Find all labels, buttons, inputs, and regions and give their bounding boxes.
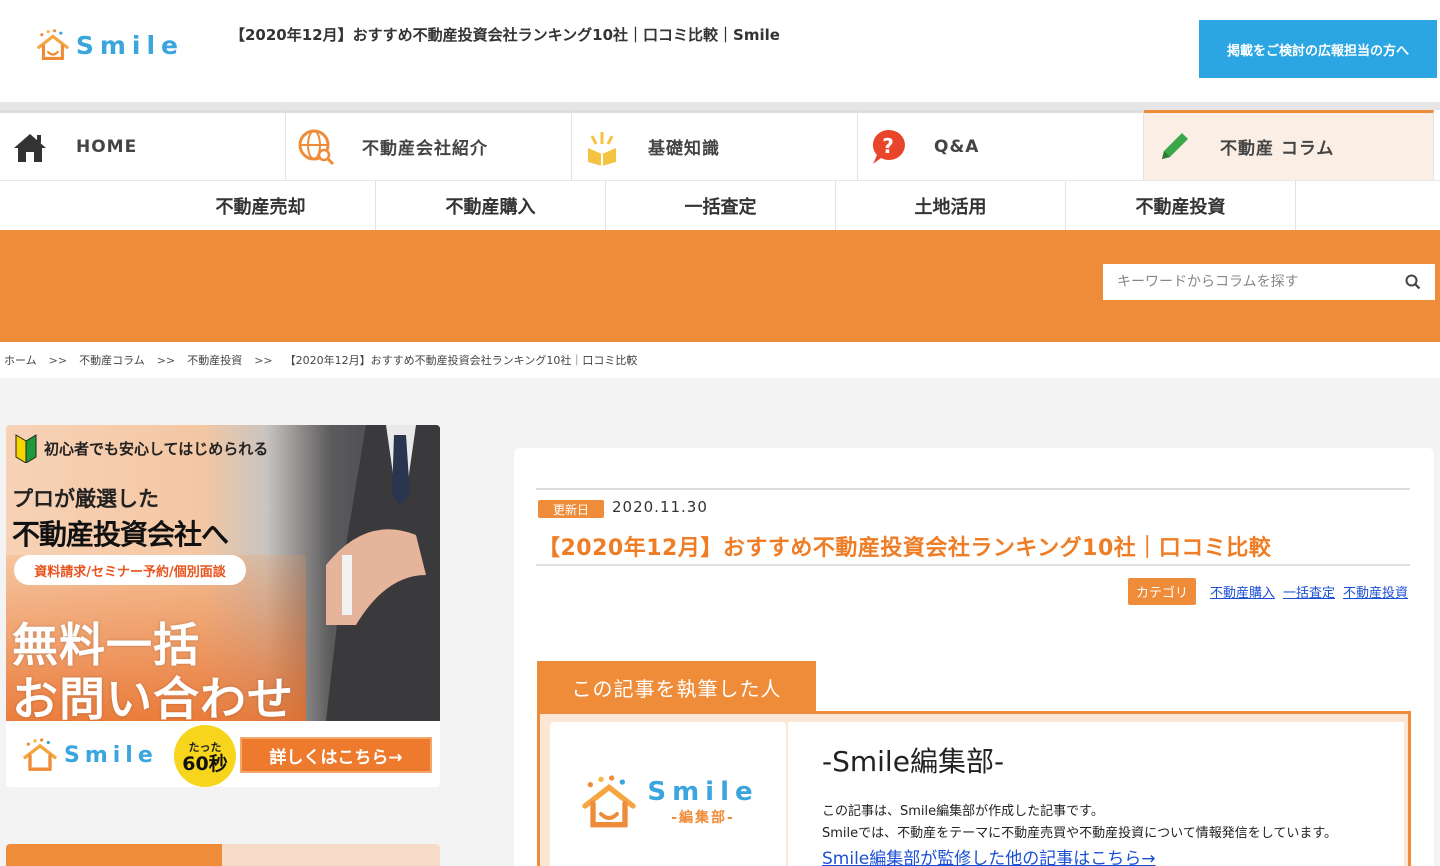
divider [536, 564, 1410, 566]
nav-column-label: 不動産 コラム [1220, 139, 1335, 159]
author-logo-sub: -編集部- [671, 810, 735, 826]
breadcrumb-column[interactable]: 不動産コラム [79, 352, 145, 368]
nav-home[interactable]: HOME [0, 110, 286, 180]
category-link-invest[interactable]: 不動産投資 [1343, 582, 1408, 601]
nav-qa-label: Q&A [934, 136, 980, 157]
subnav-invest[interactable]: 不動産投資 [1066, 181, 1296, 231]
sidebar-tab-1[interactable] [6, 844, 222, 866]
header-divider [0, 102, 1440, 110]
subnav-sell[interactable]: 不動産売却 [146, 181, 376, 231]
sidebar-tab-2[interactable] [222, 844, 440, 866]
author-name: -Smile編集部- [822, 745, 1005, 778]
category-label: カテゴリ [1127, 578, 1196, 605]
nav-company[interactable]: 不動産会社紹介 [286, 110, 572, 180]
pencil-icon [1154, 127, 1194, 167]
book-idea-icon [582, 127, 622, 167]
promo-cta-button[interactable]: 詳しくはこちら→ [240, 737, 432, 773]
author-articles-link[interactable]: Smile編集部が監修した他の記事はこちら→ [822, 844, 1156, 866]
breadcrumb-separator: >> [156, 353, 176, 367]
search-icon [1405, 274, 1421, 290]
promo-banner[interactable]: 初心者でも安心してはじめられる プロが厳選した 不動産投資会社へ 資料請求/セミ… [6, 425, 440, 787]
subnav-assessment[interactable]: 一括査定 [606, 181, 836, 231]
promo-services-pill: 資料請求/セミナー予約/個別面談 [14, 555, 246, 585]
breadcrumb-invest[interactable]: 不動産投資 [187, 352, 242, 368]
badge-big-text: 60秒 [182, 752, 228, 775]
breadcrumb-separator: >> [48, 353, 68, 367]
breadcrumb: ホーム >> 不動産コラム >> 不動産投資 >> 【2020年12月】おすすめ… [0, 342, 1440, 378]
advertiser-button[interactable]: 掲載をご検討の広報担当の方へ [1199, 20, 1437, 78]
divider [536, 488, 1410, 490]
site-header: Smile 【2020年12月】おすすめ不動産投資会社ランキング10社｜口コミ比… [0, 0, 1440, 102]
breadcrumb-current: 【2020年12月】おすすめ不動産投資会社ランキング10社｜口コミ比較 [284, 354, 638, 367]
home-icon [10, 127, 50, 167]
author-logo-card: Smile -編集部- [550, 722, 786, 866]
breadcrumb-separator: >> [254, 353, 273, 367]
promo-big-text-2: お問い合わせ [12, 672, 294, 726]
house-logo-icon [23, 738, 57, 771]
article-title: 【2020年12月】おすすめ不動産投資会社ランキング10社｜口コミ比較 [538, 536, 1272, 561]
author-logo-words: Smile -編集部- [647, 777, 758, 827]
promo-headline-1: プロが厳選した [12, 487, 159, 511]
nav-qa[interactable]: ? Q&A [858, 110, 1144, 180]
search-button[interactable] [1393, 265, 1433, 299]
author-box: Smile -編集部- -Smile編集部- この記事は、Smile編集部が作成… [537, 711, 1411, 866]
promo-footer: Smile たった 60秒 詳しくはこちら→ [6, 721, 440, 787]
nav-column[interactable]: 不動産 コラム [1144, 110, 1434, 180]
beginner-mark-icon [15, 434, 37, 463]
nav-basics[interactable]: 基礎知識 [572, 110, 858, 180]
author-logo: Smile -編集部- [577, 774, 758, 830]
sub-nav: 不動産売却 不動産購入 一括査定 土地活用 不動産投資 [0, 180, 1440, 231]
svg-text:?: ? [882, 134, 894, 158]
nav-home-label: HOME [76, 136, 138, 157]
nav-basics-label: 基礎知識 [648, 139, 720, 159]
promo-tagline-text: 初心者でも安心してはじめられる [44, 439, 269, 458]
update-badge: 更新日 [538, 500, 604, 518]
author-description-1: この記事は、Smile編集部が作成した記事です。 [822, 804, 1104, 819]
promo-logo-text: Smile [64, 742, 158, 768]
subnav-buy[interactable]: 不動産購入 [376, 181, 606, 231]
search-input[interactable] [1103, 265, 1393, 299]
sixty-seconds-badge: たった 60秒 [174, 725, 236, 787]
house-logo-icon [582, 775, 637, 828]
category-row: カテゴリ 不動産購入 一括査定 不動産投資 [1127, 578, 1408, 605]
question-bubble-icon: ? [868, 127, 908, 167]
category-link-assessment[interactable]: 一括査定 [1283, 582, 1335, 601]
logo-text: Smile [75, 30, 184, 60]
author-info: -Smile編集部- この記事は、Smile編集部が作成した記事です。 Smil… [788, 722, 1404, 866]
column-search [1103, 264, 1435, 300]
site-logo[interactable]: Smile [34, 20, 184, 70]
breadcrumb-home[interactable]: ホーム [4, 352, 37, 368]
globe-search-icon [296, 127, 336, 167]
businessman-illustration [326, 425, 440, 721]
nav-company-label: 不動産会社紹介 [362, 139, 488, 159]
main-nav: HOME 不動産会社紹介 基礎知識 ? Q&A 不動産 コラム [0, 110, 1440, 180]
promo-headline-2: 不動産投資会社へ [12, 518, 229, 551]
category-link-buy[interactable]: 不動産購入 [1210, 582, 1275, 601]
sidebar-tabs [6, 844, 440, 866]
house-logo-icon [37, 29, 69, 60]
author-logo-text: Smile [647, 777, 759, 807]
site-title: 【2020年12月】おすすめ不動産投資会社ランキング10社｜口コミ比較｜Smil… [230, 26, 780, 44]
promo-logo: Smile [20, 737, 158, 773]
subnav-land[interactable]: 土地活用 [836, 181, 1066, 231]
author-section-tab: この記事を執筆した人 [537, 661, 816, 713]
promo-tagline: 初心者でも安心してはじめられる [14, 433, 268, 463]
update-date: 2020.11.30 [612, 498, 708, 516]
article-card: 更新日 2020.11.30 【2020年12月】おすすめ不動産投資会社ランキン… [514, 448, 1434, 866]
author-description-2: Smileでは、不動産をテーマに不動産売買や不動産投資について情報発信をしていま… [822, 826, 1338, 841]
